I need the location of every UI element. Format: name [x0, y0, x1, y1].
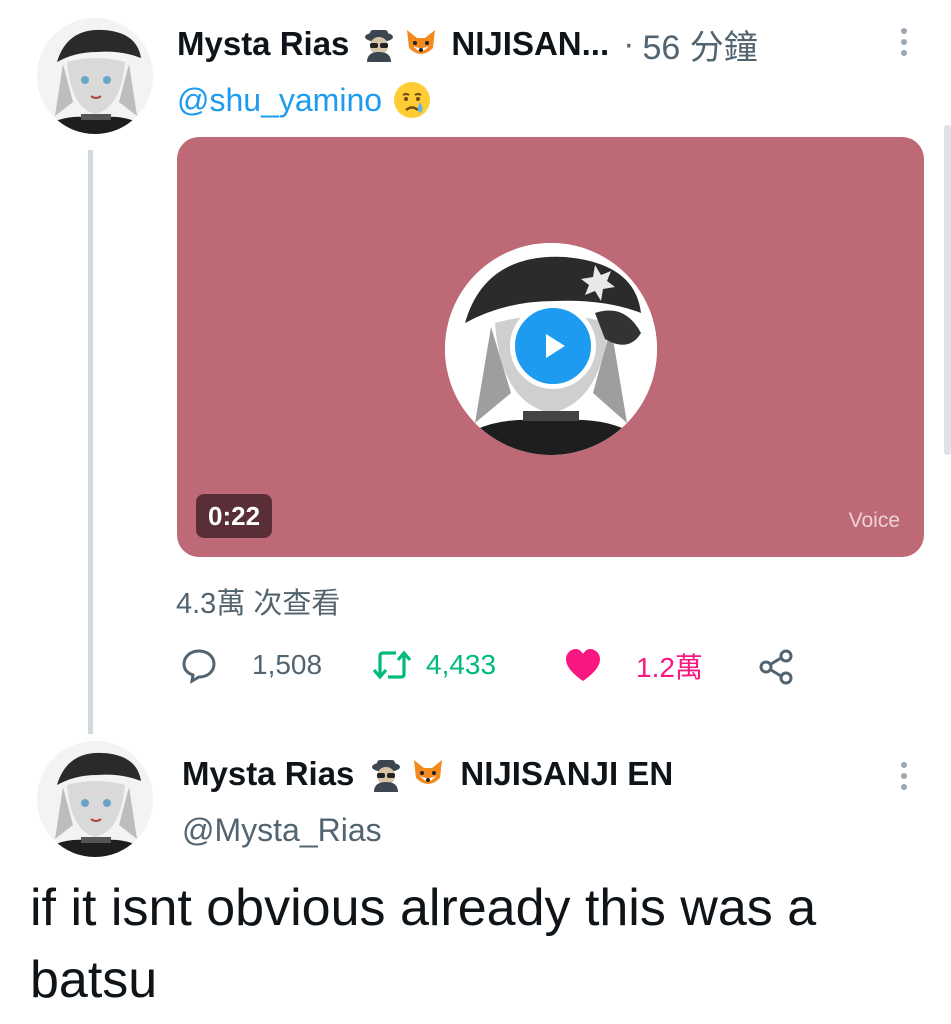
like-count: 1.2萬 — [636, 652, 703, 683]
heart-icon — [566, 649, 600, 681]
detective-emoji-icon — [372, 760, 401, 792]
timestamp[interactable]: 56 分鐘 — [642, 20, 757, 69]
play-icon — [546, 334, 565, 358]
voice-label: Voice — [848, 509, 900, 532]
play-button[interactable] — [510, 303, 596, 389]
display-name[interactable]: Mysta Rias — [177, 25, 349, 63]
avatar[interactable] — [37, 741, 153, 857]
separator-dot: · — [623, 24, 635, 63]
display-name[interactable]: Mysta Rias — [182, 755, 354, 793]
scrollbar[interactable] — [944, 125, 951, 455]
thread-connector-line — [88, 150, 93, 734]
crying-face-emoji-icon — [394, 82, 431, 118]
retweet-count: 4,433 — [426, 649, 497, 680]
voice-media-player[interactable]: 0:22 Voice — [177, 137, 924, 557]
more-options-icon[interactable] — [898, 762, 910, 790]
avatar[interactable] — [37, 18, 153, 134]
reply-icon — [182, 649, 216, 684]
handle[interactable]: @Mysta_Rias — [182, 812, 382, 849]
group-name[interactable]: NIJISANJI EN — [460, 755, 673, 793]
more-options-icon[interactable] — [898, 28, 910, 56]
group-name[interactable]: NIJISAN... — [451, 25, 609, 63]
like-action[interactable]: 1.2萬 — [564, 646, 703, 686]
retweet-action[interactable]: 4,433 — [370, 646, 496, 684]
fox-emoji-icon — [407, 30, 436, 54]
duration-badge: 0:22 — [196, 494, 273, 538]
share-icon[interactable] — [757, 648, 795, 691]
reply-count: 1,508 — [252, 649, 323, 680]
handle[interactable]: @shu_yamino — [177, 82, 382, 119]
handle-row: @shu_yamino — [177, 78, 432, 122]
reply-action[interactable]: 1,508 — [180, 646, 322, 684]
fox-emoji-icon — [414, 760, 443, 784]
tweet-header: Mysta Rias NIJISAN... · 56 分鐘 — [177, 20, 758, 69]
tweet-header: Mysta Rias NIJISANJI EN — [182, 752, 673, 796]
retweet-icon — [372, 650, 412, 680]
view-count[interactable]: 4.3萬 次查看 — [176, 580, 340, 622]
tweet-text: if it isnt obvious already this was a ba… — [30, 879, 817, 1009]
detective-emoji-icon — [365, 30, 394, 62]
